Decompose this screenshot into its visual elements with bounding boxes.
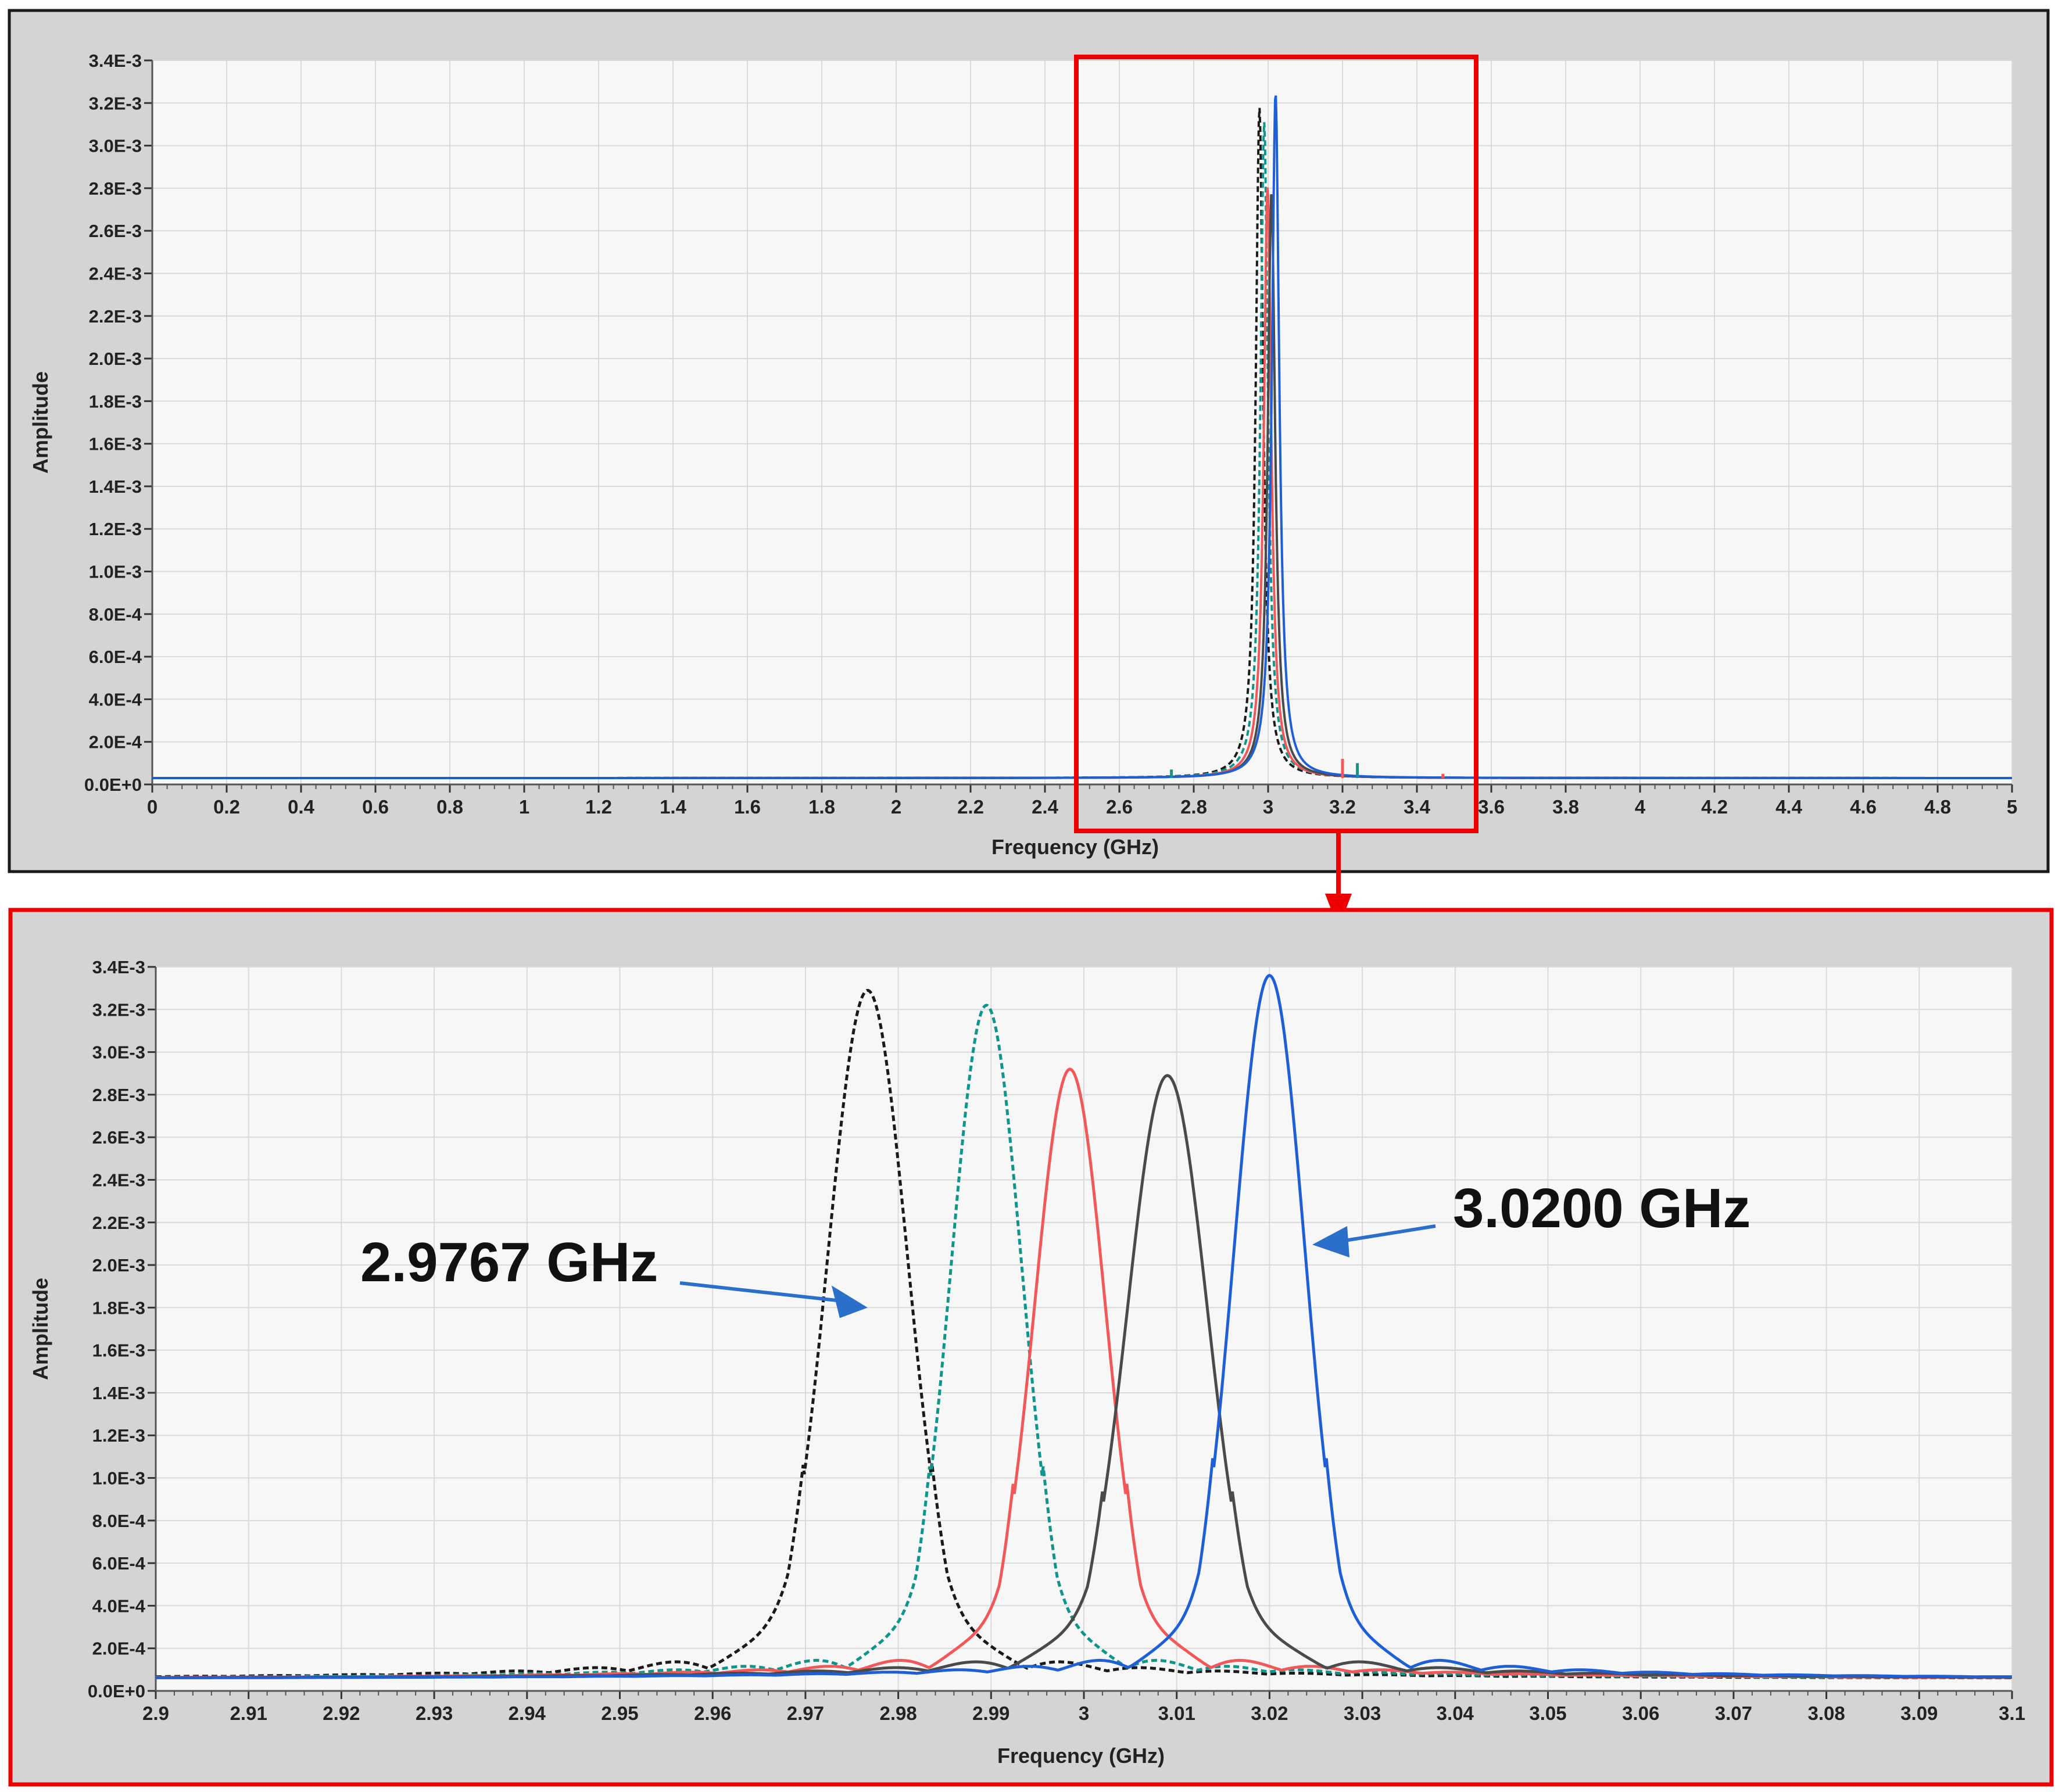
zoom-panel: 2.9 2.91 2.92 2.93 2.94 2.95 2.96 2.97 2.98 2.99 3… [8, 908, 2054, 1787]
y-tick-label: 2.0E-3 [92, 1255, 145, 1275]
y-tick-label: 8.0E-4 [89, 604, 142, 625]
x-tick-label: 1.2 [585, 796, 612, 818]
x-tick-label: 3.06 [1622, 1703, 1659, 1724]
x-tick-label: 2.8 [1180, 796, 1207, 818]
x-tick-label: 1 [519, 796, 529, 818]
y-tick-label: 0.0E+0 [88, 1681, 145, 1701]
zoom-y-axis-label: Amplitude [28, 1278, 52, 1380]
x-tick-label: 2.96 [694, 1703, 731, 1724]
y-tick-label: 6.0E-4 [89, 647, 142, 667]
x-tick-label: 0.4 [288, 796, 315, 818]
x-tick-label: 2 [891, 796, 901, 818]
x-tick-label: 4.6 [1850, 796, 1877, 818]
x-tick-label: 3.07 [1715, 1703, 1752, 1724]
x-tick-label: 3.1 [1999, 1703, 2025, 1724]
y-tick-label: 2.0E-3 [89, 349, 142, 369]
y-tick-label: 3.4E-3 [89, 51, 142, 71]
y-tick-label: 6.0E-4 [92, 1553, 146, 1574]
y-tick-label: 1.4E-3 [89, 476, 142, 497]
x-tick-label: 3 [1263, 796, 1273, 818]
y-tick-label: 1.4E-3 [92, 1383, 145, 1403]
x-tick-label: 1.6 [734, 796, 761, 818]
y-tick-label: 1.0E-3 [92, 1468, 145, 1489]
overview-panel: 0 0.2 0.4 0.6 0.8 1 1.2 1.4 1.6 1.8 2 2.2 2.4 2.6 2.8 3… [8, 9, 2050, 873]
y-tick-label: 4.0E-4 [89, 689, 142, 709]
x-tick-label: 3.8 [1552, 796, 1579, 818]
y-tick-label: 2.2E-3 [89, 306, 142, 327]
x-tick-label: 3.08 [1807, 1703, 1845, 1724]
y-tick-label: 2.6E-3 [89, 221, 142, 241]
x-tick-label: 3.05 [1529, 1703, 1566, 1724]
figure: 0 0.2 0.4 0.6 0.8 1 1.2 1.4 1.6 1.8 2 2.2 2.4 2.6 2.8 3… [8, 9, 2054, 1787]
x-tick-label: 0.2 [213, 796, 240, 818]
overview-plot-area [152, 60, 2012, 784]
x-tick-label: 3.2 [1329, 796, 1356, 818]
x-tick-label: 4 [1635, 796, 1646, 818]
x-tick-label: 3.03 [1344, 1703, 1381, 1724]
y-tick-label: 2.0E-4 [89, 732, 142, 752]
y-tick-label: 3.0E-3 [92, 1042, 145, 1063]
x-tick-label: 2.4 [1032, 796, 1059, 818]
x-tick-label: 2.92 [323, 1703, 360, 1724]
y-tick-label: 1.8E-3 [92, 1298, 145, 1318]
y-tick-label: 2.6E-3 [92, 1127, 145, 1148]
x-tick-label: 2.99 [972, 1703, 1009, 1724]
x-tick-label: 3.01 [1158, 1703, 1195, 1724]
x-tick-label: 2.91 [230, 1703, 267, 1724]
x-tick-label: 3.6 [1478, 796, 1505, 818]
y-tick-label: 2.8E-3 [92, 1085, 145, 1105]
y-tick-label: 2.4E-3 [92, 1170, 145, 1190]
x-tick-label: 3 [1079, 1703, 1089, 1724]
y-tick-label: 1.0E-3 [89, 562, 142, 582]
x-tick-label: 3.02 [1251, 1703, 1288, 1724]
y-tick-label: 1.6E-3 [92, 1341, 145, 1361]
y-tick-label: 3.0E-3 [89, 136, 142, 156]
y-tick-label: 1.2E-3 [92, 1425, 145, 1446]
y-tick-label: 2.0E-4 [92, 1639, 146, 1659]
x-tick-label: 2.97 [787, 1703, 824, 1724]
x-tick-label: 0 [147, 796, 157, 818]
overview-y-axis-label: Amplitude [28, 371, 52, 474]
x-tick-label: 0.6 [362, 796, 389, 818]
x-tick-label: 4.4 [1775, 796, 1803, 818]
y-tick-label: 2.2E-3 [92, 1213, 145, 1233]
x-tick-label: 2.93 [416, 1703, 453, 1724]
x-tick-label: 0.8 [436, 796, 463, 818]
x-tick-label: 2.98 [879, 1703, 917, 1724]
zoom-grid [155, 966, 2013, 1691]
y-tick-label: 1.6E-3 [89, 434, 142, 454]
x-tick-label: 2.9 [142, 1703, 169, 1724]
zoom-x-axis-label: Frequency (GHz) [997, 1744, 1165, 1768]
x-tick-label: 2.2 [957, 796, 984, 818]
annotation-peak-right: 3.0200 GHz [1453, 1177, 1750, 1239]
x-tick-label: 3.09 [1900, 1703, 1938, 1724]
y-tick-label: 1.8E-3 [89, 391, 142, 411]
x-tick-label: 1.4 [660, 796, 687, 818]
x-tick-label: 2.95 [601, 1703, 638, 1724]
x-tick-label: 3.4 [1404, 796, 1431, 818]
y-tick-label: 8.0E-4 [92, 1511, 146, 1531]
y-tick-label: 1.2E-3 [89, 519, 142, 539]
y-tick-label: 3.2E-3 [89, 93, 142, 113]
annotation-peak-left: 2.9767 GHz [360, 1231, 658, 1293]
y-tick-label: 3.2E-3 [92, 999, 145, 1020]
x-tick-label: 2.94 [509, 1703, 546, 1724]
x-tick-label: 3.04 [1437, 1703, 1474, 1724]
x-tick-label: 4.8 [1924, 796, 1951, 818]
y-tick-label: 2.4E-3 [89, 263, 142, 284]
x-tick-label: 5 [2007, 796, 2017, 818]
x-tick-label: 4.2 [1701, 796, 1728, 818]
y-tick-label: 4.0E-4 [92, 1596, 146, 1616]
y-tick-label: 0.0E+0 [84, 775, 142, 795]
y-tick-label: 3.4E-3 [92, 957, 145, 977]
x-tick-label: 2.6 [1106, 796, 1133, 818]
y-tick-label: 2.8E-3 [89, 178, 142, 199]
overview-x-axis-label: Frequency (GHz) [991, 835, 1159, 859]
x-tick-label: 1.8 [808, 796, 835, 818]
